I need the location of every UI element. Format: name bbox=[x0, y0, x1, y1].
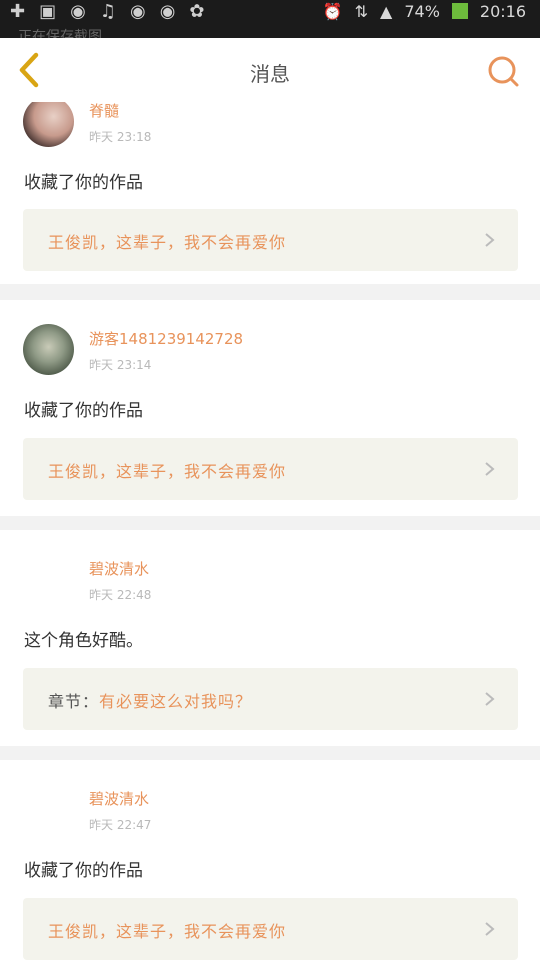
list-item: 碧波清水 昨天 22:48 这个角色好酷。 章节：有必要这么对我吗？ bbox=[0, 530, 540, 746]
target-prefix: 章节： bbox=[48, 692, 100, 711]
avatar[interactable] bbox=[23, 784, 74, 835]
avatar[interactable] bbox=[23, 102, 74, 147]
wechat-icon: ✿ bbox=[189, 0, 205, 22]
chapter-link[interactable]: 章节：有必要这么对我吗？ bbox=[23, 668, 518, 730]
message-list[interactable]: 脊髓 昨天 23:18 收藏了你的作品 王俊凯，这辈子，我不会再爱你 游客148… bbox=[0, 102, 540, 960]
timestamp: 昨天 23:14 bbox=[89, 358, 152, 372]
battery-icon bbox=[451, 3, 468, 19]
message-text: 收藏了你的作品 bbox=[24, 173, 143, 193]
search-icon bbox=[488, 56, 519, 87]
user-name[interactable]: 碧波清水 bbox=[89, 788, 149, 809]
work-link[interactable]: 王俊凯，这辈子，我不会再爱你 bbox=[23, 898, 518, 960]
work-title: 王俊凯，这辈子，我不会再爱你 bbox=[48, 458, 286, 482]
timestamp: 昨天 23:18 bbox=[89, 130, 152, 144]
timestamp: 昨天 22:47 bbox=[89, 818, 152, 832]
chevron-right-icon bbox=[485, 233, 495, 247]
work-title: 王俊凯，这辈子，我不会再爱你 bbox=[48, 918, 286, 942]
user-name[interactable]: 脊髓 bbox=[89, 102, 119, 121]
timestamp: 昨天 22:48 bbox=[89, 588, 152, 602]
avatar[interactable] bbox=[23, 324, 74, 375]
clock: 20:16 bbox=[479, 1, 526, 21]
message-text: 这个角色好酷。 bbox=[24, 631, 143, 651]
message-text: 收藏了你的作品 bbox=[24, 401, 143, 421]
chevron-right-icon bbox=[485, 692, 495, 706]
music-icon: ♫ bbox=[99, 0, 116, 22]
system-icons: ⏰ ⇅ ▲ 74% 20:16 bbox=[323, 0, 526, 22]
user-name[interactable]: 碧波清水 bbox=[89, 558, 149, 579]
chevron-right-icon bbox=[485, 462, 495, 476]
chevron-right-icon bbox=[485, 922, 495, 936]
alarm-icon: ⏰ bbox=[322, 1, 343, 21]
target-title: 王俊凯，这辈子，我不会再爱你 bbox=[48, 462, 287, 481]
work-link[interactable]: 王俊凯，这辈子，我不会再爱你 bbox=[23, 209, 518, 271]
signal-icon: ▲ bbox=[380, 1, 393, 21]
avatar[interactable] bbox=[23, 554, 74, 605]
page-title: 消息 bbox=[250, 62, 290, 86]
search-button[interactable] bbox=[486, 54, 520, 88]
list-item: 脊髓 昨天 23:18 收藏了你的作品 王俊凯，这辈子，我不会再爱你 bbox=[0, 102, 540, 284]
chapter-title: 章节：有必要这么对我吗？ bbox=[48, 688, 252, 712]
work-title: 王俊凯，这辈子，我不会再爱你 bbox=[48, 229, 286, 253]
user-name[interactable]: 游客1481239142728 bbox=[89, 328, 243, 349]
list-item: 碧波清水 昨天 22:47 收藏了你的作品 王俊凯，这辈子，我不会再爱你 bbox=[0, 760, 540, 960]
target-title: 有必要这么对我吗？ bbox=[99, 692, 253, 711]
sync-icon: ⇅ bbox=[354, 1, 369, 21]
add-icon: ✚ bbox=[10, 0, 26, 22]
app-icon: ▣ bbox=[39, 0, 57, 22]
list-item: 游客1481239142728 昨天 23:14 收藏了你的作品 王俊凯，这辈子… bbox=[0, 300, 540, 516]
top-bar: 消息 bbox=[0, 38, 540, 103]
weibo-icon: ◉ bbox=[159, 0, 176, 22]
work-link[interactable]: 王俊凯，这辈子，我不会再爱你 bbox=[23, 438, 518, 500]
battery-percent: 74% bbox=[404, 1, 440, 21]
weibo-icon: ◉ bbox=[70, 0, 86, 22]
notification-icons: ✚ ▣ ◉ ♫ ◉ ◉ ✿ bbox=[10, 0, 205, 22]
status-bar: ✚ ▣ ◉ ♫ ◉ ◉ ✿ ⏰ ⇅ ▲ 74% 20:16 正在保存截图... bbox=[0, 0, 540, 45]
target-title: 王俊凯，这辈子，我不会再爱你 bbox=[48, 922, 287, 941]
target-title: 王俊凯，这辈子，我不会再爱你 bbox=[48, 233, 287, 252]
weibo-icon: ◉ bbox=[129, 0, 146, 22]
message-text: 收藏了你的作品 bbox=[24, 861, 143, 881]
